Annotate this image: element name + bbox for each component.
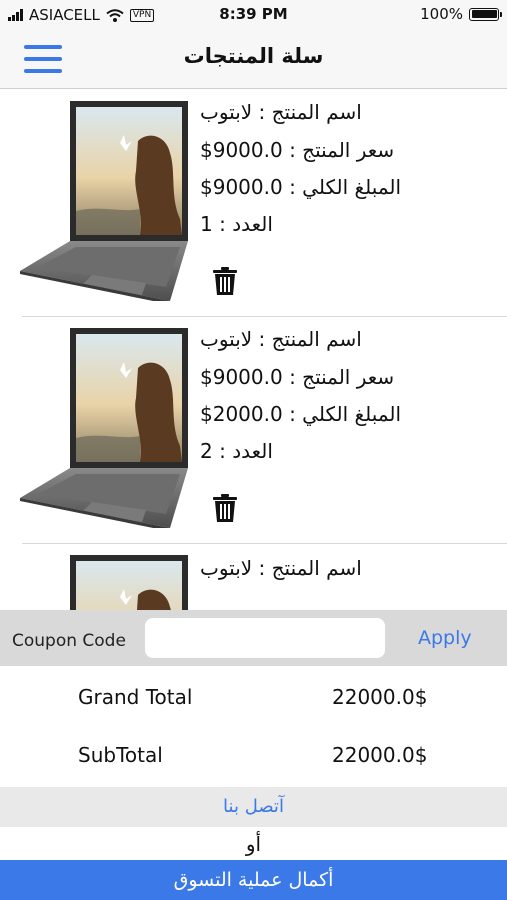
product-name: اسم المنتج : لابتوب [200, 100, 362, 124]
apply-button[interactable]: Apply [418, 627, 472, 649]
status-bar: ASIACELL VPN 8:39 PM 100% [0, 0, 507, 30]
product-name: اسم المنتج : لابتوب [200, 556, 362, 580]
product-image [20, 328, 188, 528]
contact-us-button[interactable]: آتصل بنا [0, 787, 507, 827]
product-total: المبلغ الكلي : 9000.0$ [200, 175, 402, 199]
grand-total-label: Grand Total [78, 685, 193, 709]
product-image [20, 555, 188, 610]
trash-icon[interactable] [212, 493, 238, 523]
subtotal-value: 22000.0$ [332, 743, 428, 767]
subtotal-label: SubTotal [78, 743, 163, 767]
battery-percent: 100% [420, 5, 463, 23]
coupon-label: Coupon Code [12, 631, 126, 651]
product-image [20, 101, 188, 301]
page-title: سلة المنتجات [183, 44, 324, 68]
grand-total-value: 22000.0$ [332, 685, 428, 709]
navigation-bar: سلة المنتجات [0, 30, 507, 89]
battery-icon [469, 7, 502, 21]
product-price: سعر المنتج : 9000.0$ [200, 365, 395, 389]
or-separator: أو [0, 827, 507, 860]
status-right: 100% [420, 5, 502, 23]
coupon-bar: Coupon Code Apply [0, 610, 507, 666]
coupon-input[interactable] [145, 618, 385, 658]
cart-item: اسم المنتج : لابتوب سعر المنتج : 9000.0$… [0, 316, 507, 544]
product-total: المبلغ الكلي : 2000.0$ [200, 402, 402, 426]
totals-section: Grand Total 22000.0$ SubTotal 22000.0$ [0, 666, 507, 787]
trash-icon[interactable] [212, 266, 238, 296]
product-name: اسم المنتج : لابتوب [200, 327, 362, 351]
product-quantity: العدد : 1 [200, 212, 273, 236]
product-quantity: العدد : 2 [200, 439, 273, 463]
product-price: سعر المنتج : 9000.0$ [200, 138, 395, 162]
checkout-button[interactable]: أكمال عملية التسوق [0, 860, 507, 900]
cart-item: اسم المنتج : لابتوب سعر المنتج : 9000.0$… [0, 89, 507, 317]
cart-product-list[interactable]: اسم المنتج : لابتوب سعر المنتج : 9000.0$… [0, 89, 507, 610]
cart-item: اسم المنتج : لابتوب [0, 543, 507, 610]
